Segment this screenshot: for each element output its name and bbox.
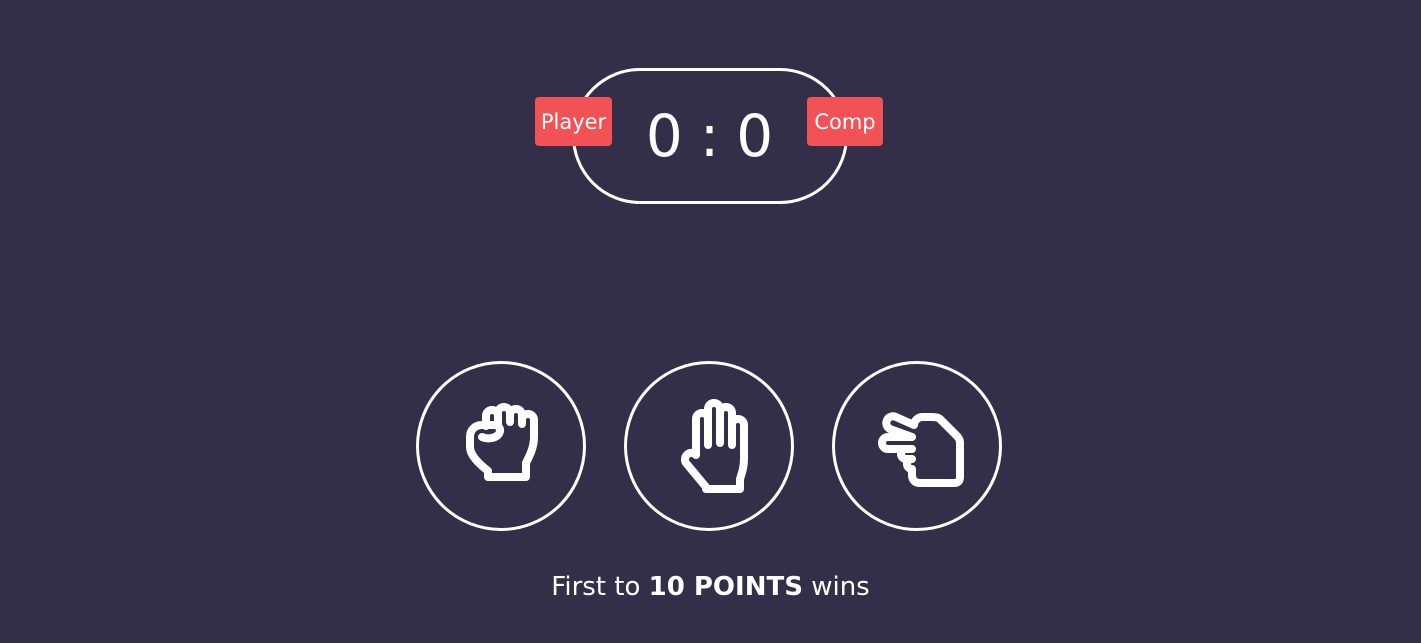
- player-score: 0: [645, 102, 684, 170]
- footer-prefix: First to: [551, 572, 641, 602]
- comp-score: 0: [736, 102, 775, 170]
- scissors-hand-icon: [878, 412, 964, 487]
- paper-hand-icon: [681, 399, 748, 493]
- player-badge: Player: [535, 97, 612, 146]
- paper-button[interactable]: [624, 361, 794, 531]
- win-condition-text: First to 10 POINTS wins: [0, 572, 1421, 602]
- rock-hand-icon: [466, 403, 538, 481]
- footer-suffix: wins: [811, 572, 870, 602]
- comp-badge: Comp: [807, 97, 883, 146]
- scissors-button[interactable]: [832, 361, 1002, 531]
- footer-points: 10 POINTS: [648, 572, 803, 602]
- score-separator: :: [699, 102, 721, 170]
- rock-button[interactable]: [416, 361, 586, 531]
